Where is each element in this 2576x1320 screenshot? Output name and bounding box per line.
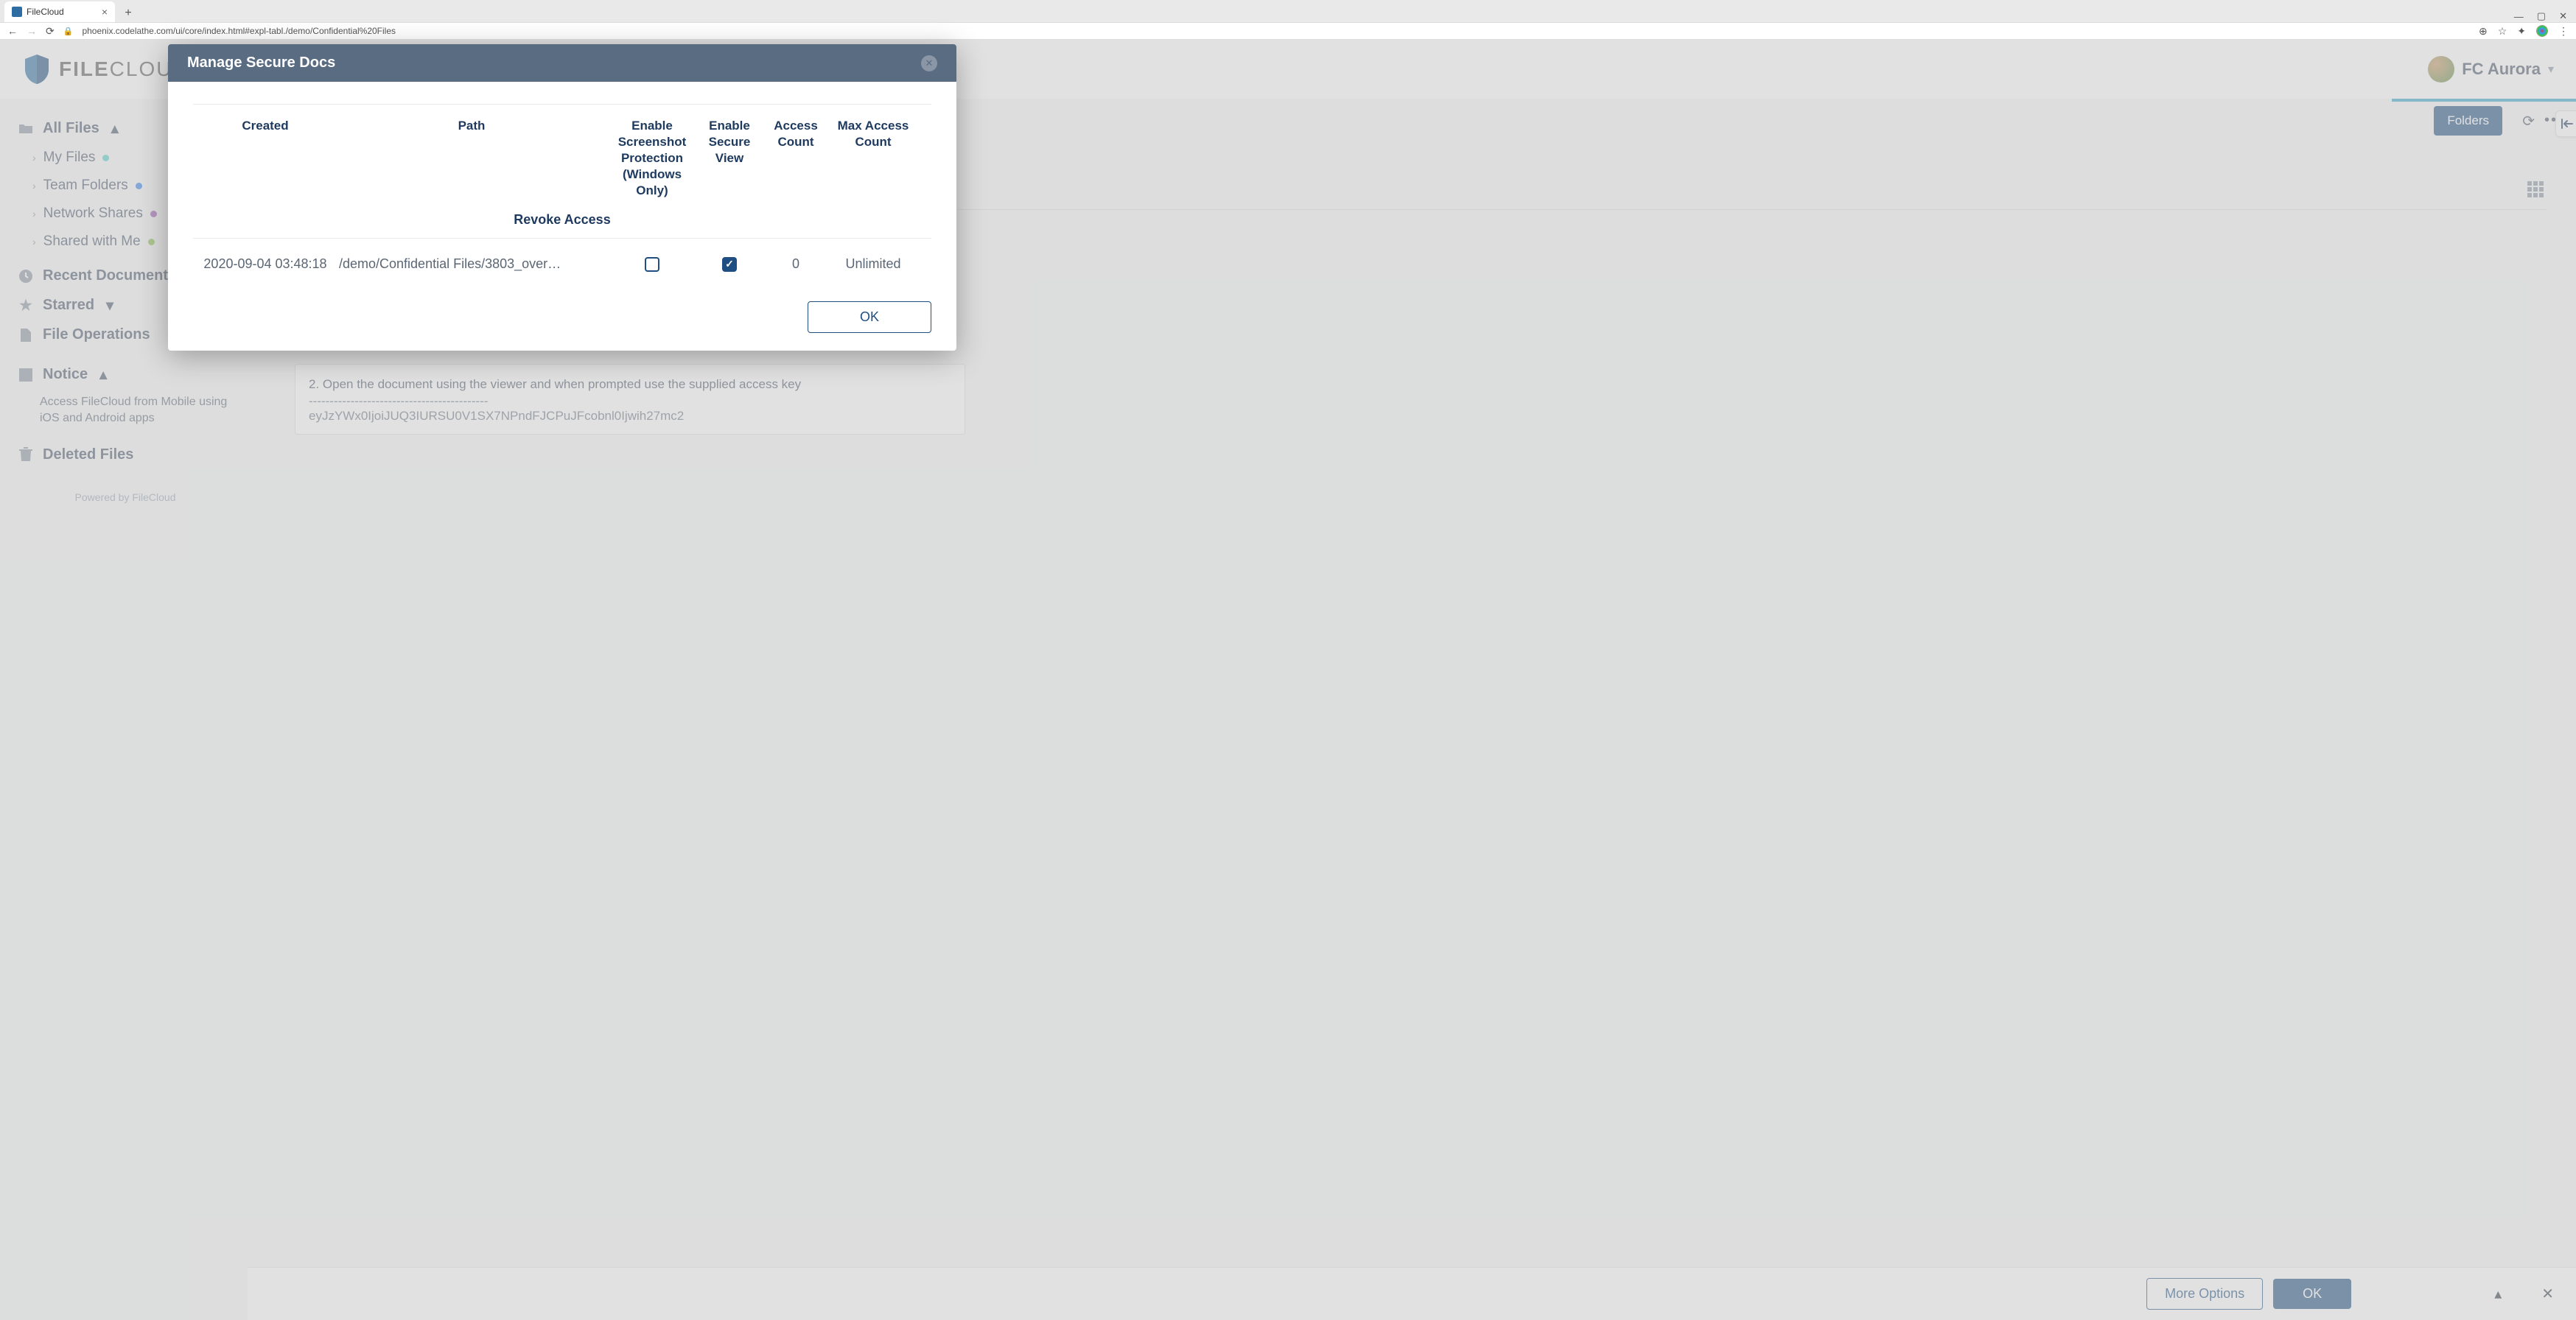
browser-titlebar: FileCloud × + — ▢ ✕ — [0, 0, 2576, 22]
cell-screenshot — [612, 257, 693, 272]
table-row: 2020-09-04 03:48:18 /demo/Confidential F… — [193, 239, 931, 289]
cell-max-access: Unlimited — [833, 256, 914, 272]
window-maximize-icon[interactable]: ▢ — [2537, 10, 2546, 22]
nav-forward-icon[interactable]: → — [27, 25, 37, 37]
cell-created: 2020-09-04 03:48:18 — [199, 256, 332, 272]
col-access-count: Access Count — [766, 118, 825, 199]
cell-path: /demo/Confidential Files/3803_over… — [339, 256, 604, 272]
secure-view-checkbox[interactable] — [722, 257, 737, 272]
nav-reload-icon[interactable]: ⟳ — [46, 25, 55, 38]
modal-actions: OK — [193, 289, 931, 333]
cell-access-count: 0 — [766, 256, 825, 272]
col-path: Path — [339, 118, 604, 199]
table-header: Created Path Enable Screenshot Protectio… — [193, 105, 931, 205]
modal-close-icon[interactable]: ✕ — [921, 55, 937, 71]
browser-chrome: FileCloud × + — ▢ ✕ ← → ⟳ 🔒 phoenix.code… — [0, 0, 2576, 40]
profile-icon[interactable] — [2536, 25, 2548, 37]
tab-favicon-icon — [12, 7, 22, 17]
browser-menu-icon[interactable]: ⋮ — [2558, 25, 2569, 38]
app-root: FILECLOUD FC Aurora ▾ All Files ▴ ›My Fi… — [0, 40, 2576, 1320]
col-max-access: Max Access Count — [833, 118, 914, 199]
new-tab-button[interactable]: + — [119, 4, 137, 22]
modal-title: Manage Secure Docs — [187, 55, 335, 71]
modal-body: Created Path Enable Screenshot Protectio… — [168, 82, 956, 351]
window-minimize-icon[interactable]: — — [2514, 11, 2524, 22]
address-bar: ← → ⟳ 🔒 phoenix.codelathe.com/ui/core/in… — [0, 22, 2576, 40]
revoke-header: Revoke Access — [193, 205, 931, 239]
tab-close-icon[interactable]: × — [102, 6, 108, 18]
url-text[interactable]: phoenix.codelathe.com/ui/core/index.html… — [82, 26, 2470, 36]
col-secure-view: Enable Secure View — [700, 118, 759, 199]
zoom-icon[interactable]: ⊕ — [2479, 25, 2488, 38]
manage-secure-docs-modal: Manage Secure Docs ✕ Created Path Enable… — [168, 44, 956, 351]
modal-ok-button[interactable]: OK — [808, 301, 931, 333]
screenshot-checkbox[interactable] — [645, 257, 659, 272]
secure-docs-table: Created Path Enable Screenshot Protectio… — [193, 104, 931, 289]
col-screenshot: Enable Screenshot Protection (Windows On… — [612, 118, 693, 199]
nav-back-icon[interactable]: ← — [7, 25, 18, 37]
cell-secure-view — [700, 257, 759, 272]
bookmark-icon[interactable]: ☆ — [2498, 25, 2507, 38]
window-close-icon[interactable]: ✕ — [2559, 10, 2567, 22]
window-controls: — ▢ ✕ — [2514, 10, 2576, 22]
tab-title: FileCloud — [27, 7, 64, 17]
browser-tab[interactable]: FileCloud × — [4, 1, 115, 22]
extensions-icon[interactable]: ✦ — [2517, 25, 2526, 38]
col-created: Created — [199, 118, 332, 199]
lock-icon: 🔒 — [63, 27, 74, 36]
modal-header: Manage Secure Docs ✕ — [168, 44, 956, 82]
